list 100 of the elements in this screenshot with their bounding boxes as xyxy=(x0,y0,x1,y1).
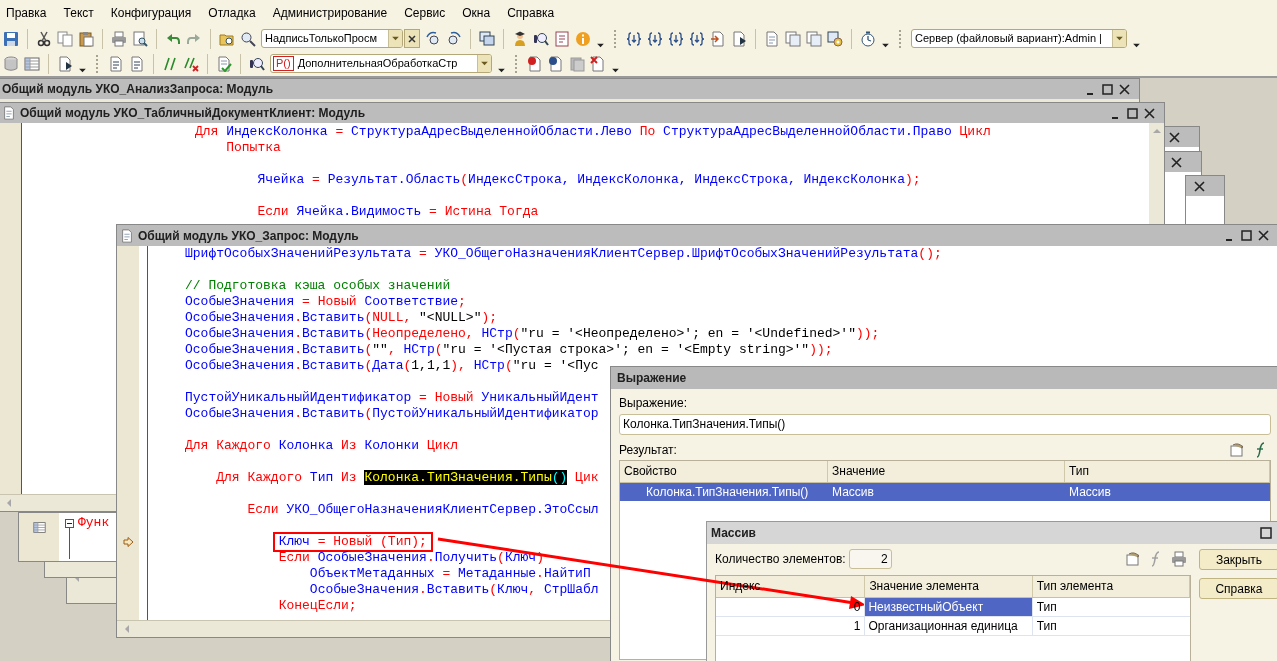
code-line: ОсобыеЗначения.Вставить(NULL, "<NULL>"); xyxy=(185,310,498,326)
code-line: Попытка xyxy=(226,140,281,156)
left-arrow-icon xyxy=(5,498,13,508)
window-title: Общий модуль УКО_Запрос: Модуль xyxy=(138,227,359,245)
table-cell[interactable]: НеизвестныйОбъект xyxy=(865,598,1033,616)
processing-combo[interactable]: P() ДополнительнаяОбработкаСтр xyxy=(270,54,492,73)
toolbar-grip[interactable] xyxy=(899,29,902,48)
page-icon[interactable] xyxy=(108,55,124,72)
printer-icon[interactable] xyxy=(1171,551,1187,567)
magnifier-icon[interactable] xyxy=(249,55,265,72)
table-cell-text: Колонка.ТипЗначения.Типы() xyxy=(645,484,810,501)
close-icon[interactable] xyxy=(1258,230,1269,241)
person-icon[interactable] xyxy=(512,30,528,47)
code-line: ОсобыеЗначения.Вставить(ПустойУникальныйИдентификатор xyxy=(185,406,599,422)
page-badge-icon[interactable] xyxy=(548,55,564,72)
maximize-icon[interactable] xyxy=(1127,107,1138,119)
save-icon[interactable] xyxy=(3,30,19,47)
menu-item[interactable]: Сервис xyxy=(404,5,446,21)
menu-item[interactable]: Справка xyxy=(507,5,555,21)
field-label: Количество элементов: xyxy=(715,551,846,568)
toolbar-grip[interactable] xyxy=(614,29,617,48)
braces-arrow-icon[interactable] xyxy=(689,30,705,47)
menu-item[interactable]: Текст xyxy=(63,5,94,21)
page-icon[interactable] xyxy=(129,55,145,72)
maximize-icon[interactable] xyxy=(1260,527,1272,539)
dropdown-button[interactable] xyxy=(1112,30,1126,47)
preview-icon[interactable] xyxy=(132,30,148,47)
toolbar-grip[interactable] xyxy=(515,54,518,73)
window-title: Массив xyxy=(711,525,756,542)
toolbar-grip[interactable] xyxy=(96,54,99,73)
clear-button[interactable] xyxy=(404,29,420,48)
menu-item[interactable]: Отладка xyxy=(208,5,256,21)
page-cross-icon[interactable] xyxy=(590,55,606,72)
menu-item[interactable]: Администрирование xyxy=(272,5,388,21)
caret-icon[interactable] xyxy=(881,43,890,48)
field-label: Результат: xyxy=(619,442,677,459)
table-row[interactable]: Колонка.ТипЗначения.Типы() Массив Массив xyxy=(620,483,1270,501)
magnifier-icon[interactable] xyxy=(533,30,549,47)
page-hand-icon[interactable] xyxy=(1229,442,1245,458)
page-hand-icon[interactable] xyxy=(1125,551,1141,567)
maximize-icon[interactable] xyxy=(1241,230,1252,241)
paste-icon[interactable] xyxy=(78,30,94,47)
collapse-icon[interactable] xyxy=(65,519,74,559)
maximize-icon[interactable] xyxy=(1102,83,1113,95)
dropdown-button[interactable] xyxy=(388,30,402,47)
window-title: Общий модуль УКО_ТабличныйДокументКлиент: Модуль xyxy=(20,105,366,122)
expression-field[interactable]: Колонка.ТипЗначения.Типы() xyxy=(619,414,1271,435)
server-combo[interactable]: Сервер (файловый вариант):Admin | xyxy=(911,29,1127,48)
table-cell-text: Массив xyxy=(1068,484,1112,501)
slashes-cross-icon[interactable] xyxy=(183,55,199,72)
printer-icon[interactable] xyxy=(111,30,127,47)
page-play-icon[interactable] xyxy=(731,30,747,47)
close-icon[interactable] xyxy=(1119,83,1130,95)
caret-icon[interactable] xyxy=(611,68,620,73)
code-line: ОбъектМетаданных = Метаданные.НайтиП xyxy=(309,566,591,582)
pages-icon[interactable] xyxy=(806,30,822,47)
page-play-icon[interactable] xyxy=(57,55,73,72)
caret-icon xyxy=(391,36,400,41)
count-field[interactable]: 2 xyxy=(848,549,892,569)
column-header[interactable]: Тип элемента xyxy=(1032,576,1190,597)
menu-item[interactable]: Конфигурация xyxy=(110,5,192,21)
search-icon[interactable] xyxy=(240,30,256,47)
pages-icon[interactable] xyxy=(785,30,801,47)
braces-arrow-icon[interactable] xyxy=(668,30,684,47)
menu-item[interactable]: Правка xyxy=(6,5,47,21)
windows-icon[interactable] xyxy=(479,30,495,47)
dialog-button[interactable]: Справка xyxy=(1199,578,1277,599)
code-line: // Подготовка кэша особых значений xyxy=(185,278,451,294)
column-header[interactable]: Свойство xyxy=(620,461,828,482)
find-previous-icon[interactable] xyxy=(446,30,462,47)
cut-icon[interactable] xyxy=(36,30,52,47)
database-icon[interactable] xyxy=(3,55,19,72)
close-icon[interactable] xyxy=(1144,107,1155,119)
column-header[interactable]: Значение xyxy=(828,461,1065,482)
stopwatch-icon[interactable] xyxy=(860,30,876,47)
code-line: ОсобыеЗначения.Вставить("", НСтр("ru = '<Пустая строка>'; en = '<Empty string>'")); xyxy=(185,342,833,358)
braces-arrow-icon[interactable] xyxy=(626,30,642,47)
braces-arrow-icon[interactable] xyxy=(647,30,663,47)
column-header[interactable]: Тип xyxy=(1065,461,1270,482)
close-icon[interactable] xyxy=(1194,180,1205,192)
code-line: ОсобыеЗначения.Вставить(Неопределено, НСтр("ru = '<Неопределено>'; en = '<Undefined>'")); xyxy=(185,326,880,342)
code-line: ПустойУникальныйИдентификатор = Новый УникальныйИдент xyxy=(185,390,599,406)
dropdown-button[interactable] xyxy=(477,55,491,72)
code-line: ОсобыеЗначения.Вставить(Дата(1,1,1), НСтр("ru = '<Пус xyxy=(185,358,599,374)
gear-pages-icon[interactable] xyxy=(827,30,843,47)
menu-item[interactable]: Окна xyxy=(462,5,491,21)
find-next-icon[interactable] xyxy=(425,30,441,47)
slashes-icon[interactable] xyxy=(162,55,178,72)
table-icon[interactable] xyxy=(24,55,40,72)
checklist-icon[interactable] xyxy=(216,55,232,72)
close-icon[interactable] xyxy=(1171,156,1182,168)
caret-icon[interactable] xyxy=(78,68,87,73)
dialog-button[interactable]: Закрыть xyxy=(1199,549,1277,570)
column-header[interactable]: Значение элемента xyxy=(865,576,1033,597)
table-icon xyxy=(32,521,46,534)
caret-icon[interactable] xyxy=(596,43,605,48)
close-icon[interactable] xyxy=(1169,131,1180,143)
page-arrow-icon[interactable] xyxy=(710,30,726,47)
find-combo[interactable]: НадписьТолькоПросм xyxy=(261,29,403,48)
table-cell-text: Тип xyxy=(1035,618,1058,635)
